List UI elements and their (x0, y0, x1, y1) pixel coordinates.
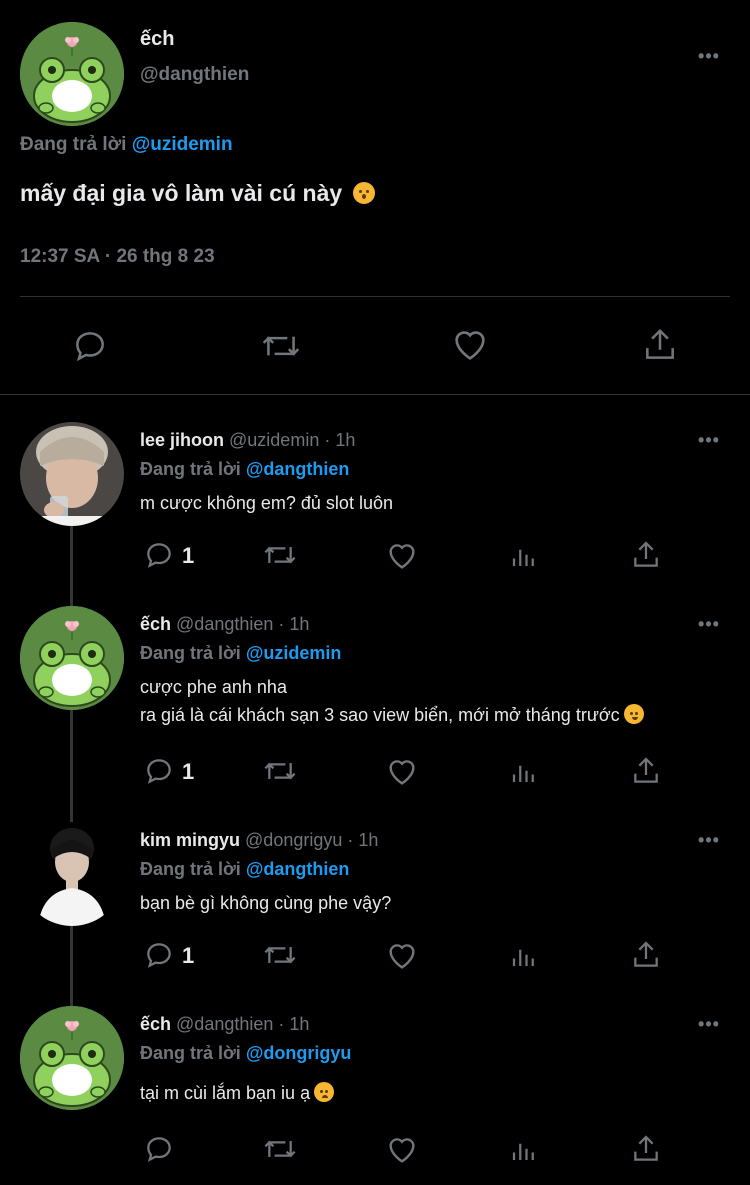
like-icon[interactable] (385, 1133, 419, 1167)
retweet-icon[interactable] (261, 539, 299, 571)
avatar-frog[interactable] (20, 606, 124, 710)
mention-link[interactable]: @uzidemin (246, 643, 342, 663)
reply-author[interactable]: lee jihoon @uzidemin · 1h (140, 430, 355, 451)
author-name[interactable]: ếch (140, 614, 171, 634)
share-icon[interactable] (630, 539, 662, 571)
avatar[interactable] (20, 822, 124, 926)
like-icon[interactable] (385, 539, 419, 573)
replying-to: Đang trả lời @dangthien (140, 859, 349, 880)
author-handle-time: @uzidemin · 1h (224, 430, 356, 450)
thread-line (70, 526, 73, 606)
person-photo-icon (20, 822, 124, 926)
reply-text-line: bạn bè gì không cùng phe vậy? (140, 893, 392, 913)
more-options-button[interactable]: ••• (694, 430, 724, 450)
reply-count: 1 (182, 759, 195, 784)
reply-text-line: cược phe anh nha (140, 677, 287, 697)
frog-avatar-icon (20, 1006, 124, 1110)
retweet-icon[interactable] (261, 939, 299, 971)
author-name[interactable]: kim mingyu (140, 830, 240, 850)
mention-link[interactable]: @uzidemin (132, 134, 233, 155)
mention-link[interactable]: @dongrigyu (246, 1043, 352, 1063)
analytics-icon[interactable] (509, 1134, 539, 1166)
reply-author[interactable]: ếch @dangthien · 1h (140, 1014, 309, 1035)
author-handle-time: @dangthien · 1h (171, 1014, 310, 1034)
replying-prefix: Đang trả lời (140, 643, 246, 663)
analytics-icon[interactable] (509, 940, 539, 972)
thread-line (70, 710, 73, 825)
tweet-text-content: mấy đại gia vô làm vài cú này (20, 180, 343, 206)
replying-to: Đang trả lời @dongrigyu (140, 1043, 351, 1064)
replying-prefix: Đang trả lời (140, 1043, 246, 1063)
retweet-icon[interactable] (261, 1133, 299, 1165)
reply-text-line: ra giá là cái khách sạn 3 sao view biển,… (140, 705, 620, 725)
reply-count: 1 (182, 543, 195, 568)
hand-over-mouth-emoji-icon (623, 704, 644, 724)
relieved-face-emoji-icon (314, 1082, 335, 1102)
share-icon[interactable] (641, 325, 679, 365)
frog-avatar-icon (20, 22, 124, 126)
like-icon[interactable] (450, 325, 490, 365)
reply-icon[interactable] (143, 939, 175, 971)
mention-link[interactable]: @dangthien (246, 859, 350, 879)
reply-author[interactable]: kim mingyu @dongrigyu · 1h (140, 830, 378, 851)
share-icon[interactable] (630, 1133, 662, 1165)
frog-avatar-icon (20, 606, 124, 710)
reply-count: 1 (182, 943, 195, 968)
main-tweet: ếch @dangthien ••• Đang trả lời @uzidemi… (0, 0, 750, 395)
share-icon[interactable] (630, 939, 662, 971)
reply-icon[interactable] (143, 1133, 175, 1165)
tweet-text: mấy đại gia vô làm vài cú này (20, 180, 375, 207)
like-icon[interactable] (385, 939, 419, 973)
reply-author[interactable]: ếch @dangthien · 1h (140, 614, 309, 635)
reply-text-line: tại m cùi lắm bạn iu ạ (140, 1083, 311, 1103)
reply-text-line: m cược không em? đủ slot luôn (140, 493, 393, 513)
person-photo-icon (20, 422, 124, 526)
analytics-icon[interactable] (509, 540, 539, 572)
author-handle-time: @dangthien · 1h (171, 614, 310, 634)
hushed-face-emoji-icon (352, 182, 375, 204)
more-options-button[interactable]: ••• (694, 830, 724, 850)
reply-icon[interactable] (143, 755, 175, 787)
replying-to: Đang trả lời @dangthien (140, 459, 349, 480)
replying-to: Đang trả lời @uzidemin (140, 643, 341, 664)
share-icon[interactable] (630, 755, 662, 787)
more-options-button[interactable]: ••• (694, 1014, 724, 1034)
replying-prefix: Đang trả lời (20, 134, 132, 155)
replying-to: Đang trả lời @uzidemin (20, 134, 233, 156)
reply-text: cược phe anh nha ra giá là cái khách sạn… (140, 673, 644, 729)
author-name[interactable]: ếch (140, 1014, 171, 1034)
like-icon[interactable] (385, 755, 419, 789)
reply-text: tại m cùi lắm bạn iu ạ (140, 1079, 335, 1107)
reply-text: m cược không em? đủ slot luôn (140, 489, 393, 517)
retweet-icon[interactable] (259, 327, 303, 365)
avatar-frog[interactable] (20, 1006, 124, 1110)
reply-text: bạn bè gì không cùng phe vậy? (140, 889, 391, 917)
author-handle[interactable]: @dangthien (140, 64, 249, 86)
retweet-icon[interactable] (261, 755, 299, 787)
more-options-button[interactable]: ••• (694, 614, 724, 634)
avatar-frog[interactable] (20, 22, 124, 126)
author-name[interactable]: lee jihoon (140, 430, 224, 450)
author-name[interactable]: ếch (140, 28, 174, 51)
avatar[interactable] (20, 422, 124, 526)
tweet-timestamp[interactable]: 12:37 SA · 26 thg 8 23 (20, 246, 215, 268)
thread-line (70, 926, 73, 1006)
reply-icon[interactable] (143, 539, 175, 571)
more-options-button[interactable]: ••• (694, 46, 724, 66)
analytics-icon[interactable] (509, 756, 539, 788)
mention-link[interactable]: @dangthien (246, 459, 350, 479)
author-handle-time: @dongrigyu · 1h (240, 830, 379, 850)
divider (20, 296, 730, 297)
reply-icon[interactable] (71, 327, 109, 365)
replying-prefix: Đang trả lời (140, 459, 246, 479)
replying-prefix: Đang trả lời (140, 859, 246, 879)
